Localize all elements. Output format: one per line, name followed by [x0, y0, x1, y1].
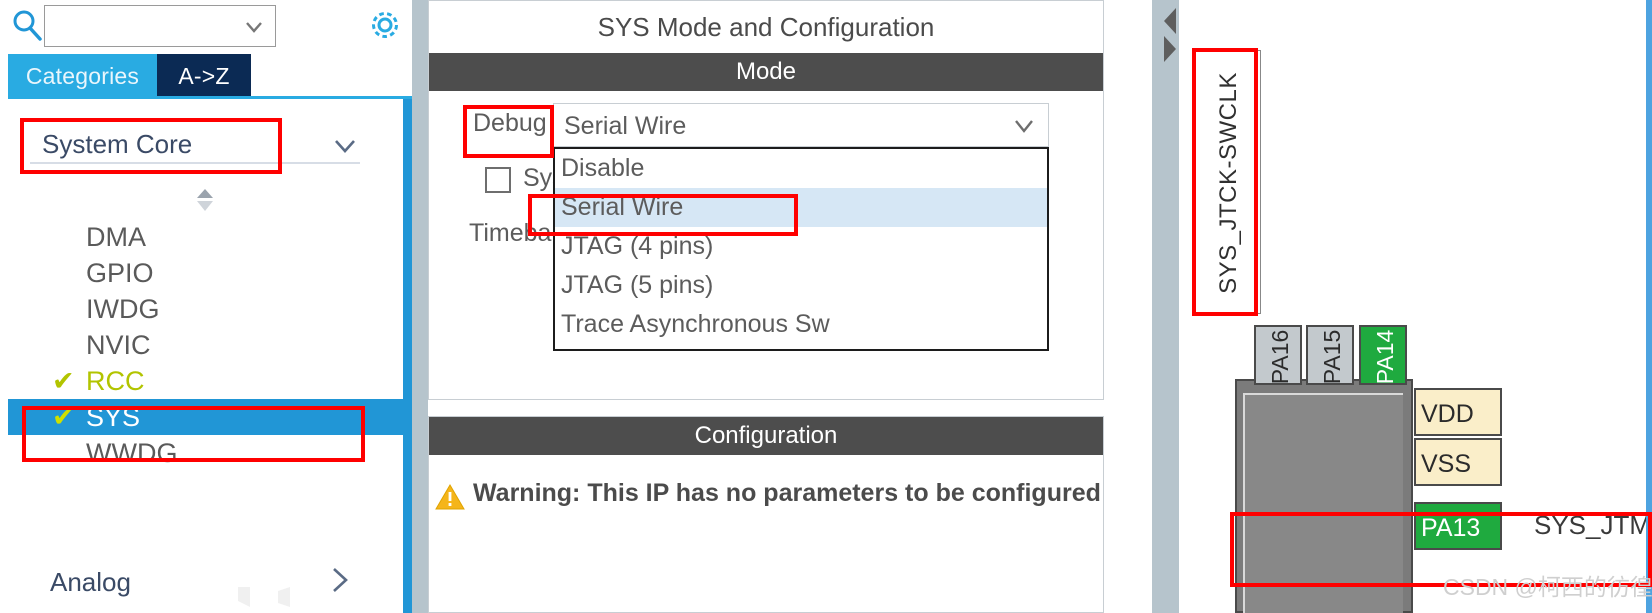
configuration-card: Configuration Warning: This IP has no pa… [428, 416, 1104, 613]
list-item-dma[interactable]: DMA [8, 219, 403, 255]
app-window: Categories A->Z System Core DMA GPIO IWD… [0, 0, 1652, 613]
list-item-rcc[interactable]: ✔ RCC [8, 363, 403, 399]
list-item-gpio[interactable]: GPIO [8, 255, 403, 291]
system-wake-up-checkbox[interactable] [485, 167, 511, 193]
list-item-label: NVIC [86, 330, 151, 360]
check-icon: ✔ [52, 402, 75, 432]
config-panel-inner: SYS Mode and Configuration Mode Debug Se… [428, 0, 1152, 613]
debug-select[interactable]: Serial Wire [553, 103, 1049, 147]
dropdown-option-serial-wire[interactable]: Serial Wire [555, 188, 1047, 227]
dropdown-option-label: JTAG (4 pins) [561, 232, 714, 260]
category-header-analog[interactable]: Analog [8, 557, 403, 613]
pinout-view: SYS_JTCK-SWCLK PA16 PA15 PA14 VDD VSS PA… [1179, 0, 1652, 613]
warning-row: Warning: This IP has no parameters to be… [429, 479, 1103, 519]
search-input[interactable] [44, 5, 276, 47]
dropdown-option-disable[interactable]: Disable [555, 149, 1047, 188]
pin-top-pa16[interactable]: PA16 [1254, 325, 1302, 385]
category-divider [30, 162, 360, 164]
chip-body-inner [1243, 393, 1403, 613]
pin-signal-swdio: SYS_JTMS-SWDIO [1534, 510, 1652, 540]
collapse-up-down-icon[interactable] [193, 187, 217, 213]
mode-section-header: Mode [429, 53, 1103, 91]
warning-message: Warning: This IP has no parameters to be… [473, 479, 1101, 507]
gear-icon[interactable] [366, 6, 404, 44]
dropdown-option-label: JTAG (5 pins) [561, 271, 714, 299]
list-item-sys[interactable]: ✔ SYS [8, 399, 403, 435]
list-item-nvic[interactable]: NVIC [8, 327, 403, 363]
pin-callout-swclk: SYS_JTCK-SWCLK [1195, 50, 1261, 314]
pin-label: PA16 [1267, 329, 1293, 385]
dropdown-option-jtag-4-pins[interactable]: JTAG (4 pins) [555, 227, 1047, 266]
chevron-down-icon[interactable] [243, 16, 265, 38]
chevron-down-icon[interactable] [1012, 116, 1036, 136]
pin-right-pa13[interactable]: PA13 [1414, 502, 1502, 550]
config-panel: SYS Mode and Configuration Mode Debug Se… [412, 0, 1168, 613]
chevron-down-icon[interactable] [332, 133, 358, 159]
page-title: SYS Mode and Configuration [429, 1, 1103, 53]
watermark: CSDN @柯西的彷徨 [1443, 574, 1652, 600]
dropdown-option-label: Serial Wire [561, 193, 684, 221]
pin-right-vdd[interactable]: VDD [1414, 388, 1502, 436]
chevron-right-icon[interactable] [326, 565, 352, 595]
triangle-left-icon[interactable] [1164, 8, 1176, 34]
dropdown-option-trace-asynchronous-sw[interactable]: Trace Asynchronous Sw [555, 305, 1047, 344]
mode-card: SYS Mode and Configuration Mode Debug Se… [428, 0, 1104, 400]
ip-tree-panel: Categories A->Z System Core DMA GPIO IWD… [0, 0, 412, 613]
pin-top-pa15[interactable]: PA15 [1306, 325, 1354, 385]
ip-list: DMA GPIO IWDG NVIC ✔ RCC ✔ SYS WWDG [8, 219, 403, 471]
list-item-label: DMA [86, 222, 146, 252]
triangle-right-icon[interactable] [1164, 36, 1176, 62]
dropdown-option-jtag-5-pins[interactable]: JTAG (5 pins) [555, 266, 1047, 305]
tab-a-to-z-label: A->Z [178, 62, 230, 89]
pin-callout-swclk-label: SYS_JTCK-SWCLK [1215, 72, 1242, 294]
configuration-section-header: Configuration [429, 417, 1103, 455]
list-item-iwdg[interactable]: IWDG [8, 291, 403, 327]
list-item-label: GPIO [86, 258, 154, 288]
list-item-wwdg[interactable]: WWDG [8, 435, 403, 471]
ip-tree-body: System Core DMA GPIO IWDG NVIC ✔ RCC ✔ S… [8, 99, 412, 613]
pin-label: VDD [1421, 400, 1474, 428]
pin-label: PA14 [1372, 329, 1398, 385]
list-item-label: IWDG [86, 294, 160, 324]
warning-triangle-icon [435, 483, 465, 511]
debug-dropdown-list[interactable]: Disable Serial Wire JTAG (4 pins) JTAG (… [553, 147, 1049, 351]
check-icon: ✔ [52, 366, 75, 396]
decorative-marks [238, 587, 328, 613]
vertical-scrollbar[interactable] [403, 99, 412, 613]
tab-bar: Categories A->Z [0, 54, 412, 98]
pin-label: PA13 [1421, 514, 1481, 542]
dropdown-option-label: Disable [561, 154, 645, 182]
search-row [0, 0, 412, 54]
list-item-label: WWDG [86, 438, 178, 468]
pin-label: PA15 [1319, 329, 1345, 385]
list-item-label: RCC [86, 366, 145, 396]
window-right-border [1646, 0, 1652, 613]
category-label: Analog [50, 567, 131, 597]
debug-label: Debug [473, 109, 547, 137]
timebase-source-label: Timeba [469, 219, 552, 247]
debug-select-value: Serial Wire [564, 112, 687, 140]
tab-categories[interactable]: Categories [8, 54, 157, 98]
list-item-label: SYS [86, 402, 141, 432]
search-icon[interactable] [10, 8, 44, 42]
pin-right-vss[interactable]: VSS [1414, 438, 1502, 486]
dropdown-option-label: Trace Asynchronous Sw [561, 310, 830, 338]
tab-a-to-z[interactable]: A->Z [157, 54, 251, 98]
category-label: System Core [42, 129, 193, 159]
pin-top-pa14[interactable]: PA14 [1359, 325, 1407, 385]
tab-categories-label: Categories [25, 62, 140, 89]
pin-label: VSS [1421, 450, 1472, 478]
